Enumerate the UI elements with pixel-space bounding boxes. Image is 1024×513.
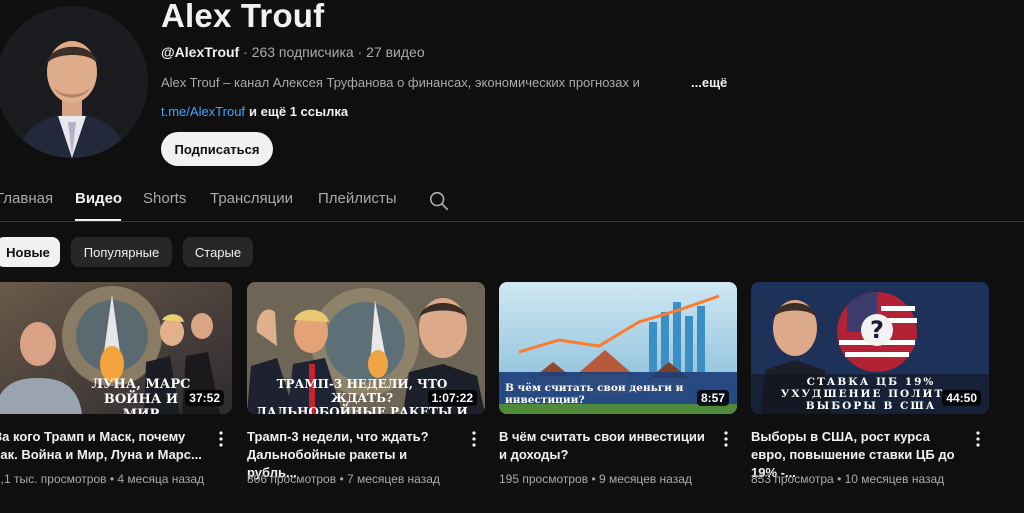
video-age: 10 месяцев назад xyxy=(844,472,945,486)
channel-page: Alex Trouf @AlexTrouf · 263 подписчика ·… xyxy=(0,0,1024,513)
channel-name: Alex Trouf xyxy=(161,0,325,34)
channel-handle: @AlexTrouf xyxy=(161,44,240,60)
more-vert-icon[interactable] xyxy=(216,430,226,448)
channel-links: t.me/AlexTrouf и ещё 1 ссылка xyxy=(161,104,348,119)
video-duration: 1:07:22 xyxy=(427,390,477,406)
more-links-button[interactable]: и ещё 1 ссылка xyxy=(249,104,348,119)
video-title[interactable]: За кого Трамп и Маск, почему так. Война … xyxy=(0,428,204,464)
tab-playlists[interactable]: Плейлисты xyxy=(318,190,397,207)
channel-meta: @AlexTrouf · 263 подписчика · 27 видео xyxy=(161,44,425,60)
tab-videos[interactable]: Видео xyxy=(75,190,122,207)
video-thumbnail[interactable]: ? СТАВКА ЦБ 19% УХУДШЕНИЕ ПОЛИТ... ВЫБОР… xyxy=(751,282,989,414)
chip-newest[interactable]: Новые xyxy=(0,237,60,267)
channel-stats: · 263 подписчика · 27 видео xyxy=(243,44,425,60)
video-age: 9 месяцев назад xyxy=(598,472,692,486)
video-duration: 44:50 xyxy=(942,390,981,406)
video-card: ЛУНА, МАРС ВОЙНА И МИР 37:52 За кого Тра… xyxy=(0,282,234,492)
meta-separator: • xyxy=(339,472,344,486)
video-thumbnail[interactable]: ТРАМП-3 НЕДЕЛИ, ЧТО ЖДАТЬ? ДАЛЬНОБОЙНЫЕ … xyxy=(247,282,485,414)
more-vert-icon[interactable] xyxy=(973,430,983,448)
svg-text:?: ? xyxy=(870,316,884,344)
tabs-divider xyxy=(0,221,1024,222)
video-views: 1,1 тыс. просмотров xyxy=(0,472,107,486)
video-card: ? СТАВКА ЦБ 19% УХУДШЕНИЕ ПОЛИТ... ВЫБОР… xyxy=(751,282,991,492)
video-card: ТРАМП-3 НЕДЕЛИ, ЧТО ЖДАТЬ? ДАЛЬНОБОЙНЫЕ … xyxy=(247,282,487,492)
video-thumbnail[interactable]: ЛУНА, МАРС ВОЙНА И МИР 37:52 xyxy=(0,282,232,414)
meta-separator: • xyxy=(109,472,115,486)
video-views: 195 просмотров xyxy=(499,472,589,486)
channel-tabs: Главная Видео Shorts Трансляции Плейлист… xyxy=(0,186,1024,222)
chip-popular[interactable]: Популярные xyxy=(71,237,172,267)
telegram-link[interactable]: t.me/AlexTrouf xyxy=(161,104,245,119)
search-icon[interactable] xyxy=(428,190,450,212)
video-views: 853 просмотра xyxy=(751,472,834,486)
video-meta: 853 просмотра • 10 месяцев назад xyxy=(751,472,944,486)
video-views: 806 просмотров xyxy=(247,472,337,486)
video-age: 4 месяца назад xyxy=(117,472,205,486)
video-age: 7 месяцев назад xyxy=(346,472,440,486)
more-vert-icon[interactable] xyxy=(469,430,479,448)
video-meta: 1,1 тыс. просмотров • 4 месяца назад xyxy=(0,472,204,486)
thumbnail-caption: ЛУНА, МАРС ВОЙНА И МИР xyxy=(91,377,191,414)
more-vert-icon[interactable] xyxy=(721,430,731,448)
meta-separator: • xyxy=(837,472,842,486)
video-meta: 195 просмотров • 9 месяцев назад xyxy=(499,472,692,486)
thumbnail-caption: СТАВКА ЦБ 19% УХУДШЕНИЕ ПОЛИТ... ВЫБОРЫ … xyxy=(780,376,962,413)
video-duration: 8:57 xyxy=(696,390,729,406)
channel-avatar[interactable] xyxy=(0,6,148,158)
chip-oldest[interactable]: Старые xyxy=(183,237,253,267)
meta-separator: • xyxy=(591,472,596,486)
channel-description[interactable]: Alex Trouf – канал Алексея Труфанова о ф… xyxy=(161,75,640,90)
tab-streams[interactable]: Трансляции xyxy=(210,190,293,207)
tab-shorts[interactable]: Shorts xyxy=(143,190,186,207)
video-card: В чём считать свои деньги и инвестиции? … xyxy=(499,282,739,492)
video-thumbnail[interactable]: В чём считать свои деньги и инвестиции? … xyxy=(499,282,737,414)
tab-home[interactable]: Главная xyxy=(0,190,53,207)
description-more-link[interactable]: ...ещё xyxy=(691,75,727,90)
subscribe-button[interactable]: Подписаться xyxy=(161,132,273,166)
video-meta: 806 просмотров • 7 месяцев назад xyxy=(247,472,440,486)
video-duration: 37:52 xyxy=(185,390,224,406)
video-title[interactable]: В чём считать свои инвестиции и доходы? xyxy=(499,428,709,464)
